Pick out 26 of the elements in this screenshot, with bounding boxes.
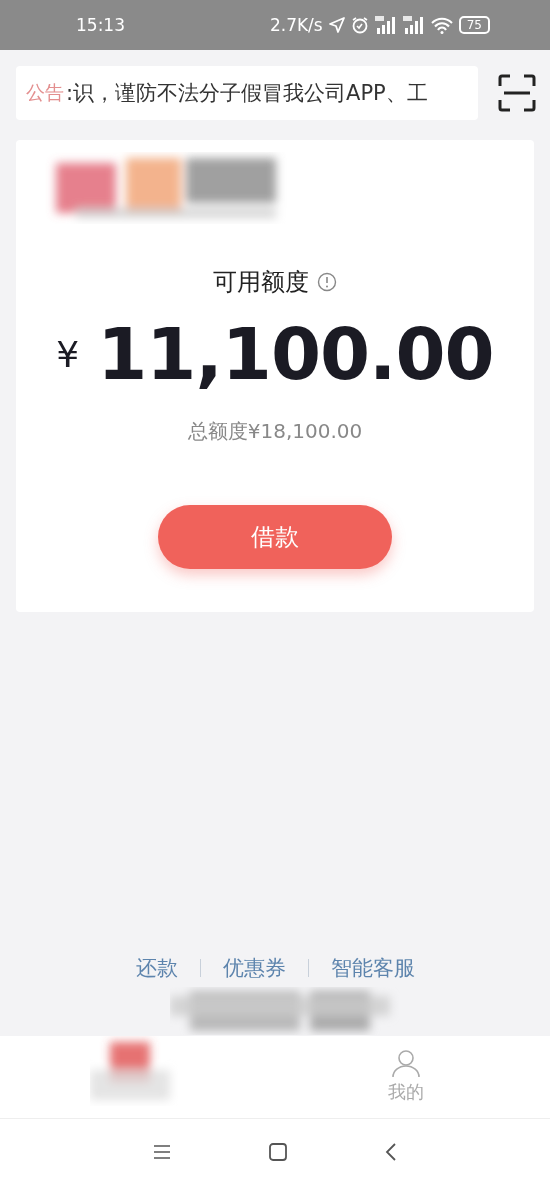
signal-icon — [402, 16, 425, 34]
announcement-label: 公告 — [26, 80, 64, 105]
total-limit: 总额度¥18,100.00 — [187, 418, 363, 445]
person-icon — [391, 1048, 421, 1078]
link[interactable]: 优惠券 — [222, 954, 286, 982]
back-icon[interactable] — [385, 1142, 397, 1162]
wifi-icon — [430, 16, 453, 34]
alarm-clock-icon — [350, 16, 369, 34]
info-icon[interactable] — [317, 272, 337, 292]
signal-icon — [374, 16, 397, 34]
home-square-icon[interactable] — [269, 1143, 287, 1161]
location-arrow-icon — [328, 17, 345, 33]
clock-time: 15:13 — [76, 15, 125, 35]
borrow-button[interactable]: 借款 — [158, 505, 392, 569]
announcement-bar[interactable]: 公告:识，谨防不法分子假冒我公司APP、工 — [16, 66, 478, 120]
scan-icon[interactable] — [498, 74, 536, 112]
announcement-text: :识，谨防不法分子假冒我公司APP、工 — [66, 80, 428, 107]
network-speed: 2.7K/s — [269, 15, 323, 35]
currency-symbol: ¥ — [56, 333, 80, 375]
available-amount: 11,100.00 — [97, 312, 494, 396]
menu-icon[interactable] — [153, 1144, 171, 1160]
link[interactable]: 还款 — [135, 954, 178, 982]
battery-level: 75 — [458, 16, 490, 34]
tab[interactable]: 我的 — [388, 1048, 424, 1104]
link[interactable]: 智能客服 — [330, 954, 415, 982]
credit-title: 可用额度 — [213, 267, 309, 298]
